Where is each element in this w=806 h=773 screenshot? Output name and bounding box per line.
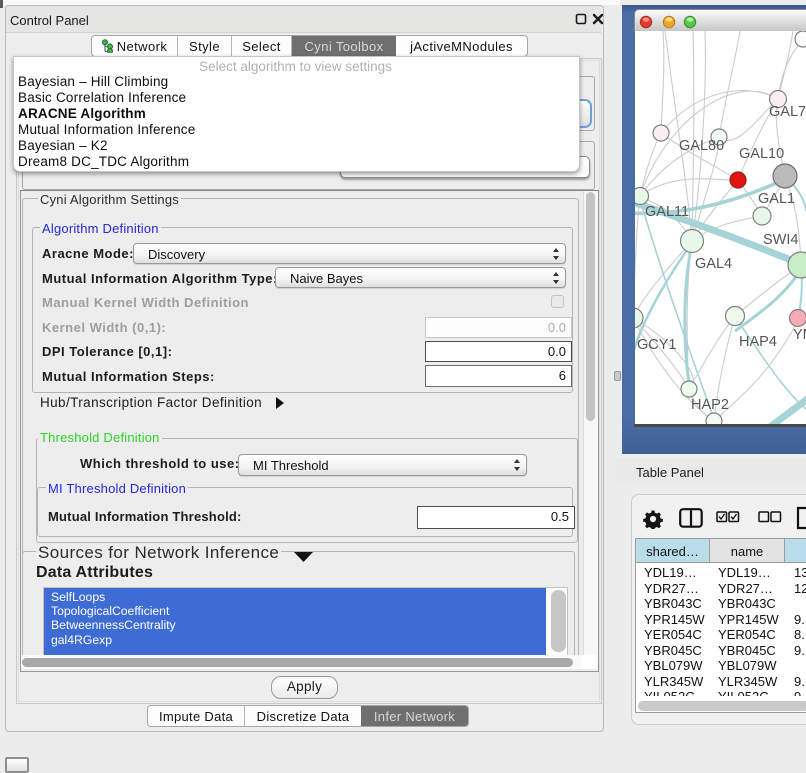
svg-text:HAP4: HAP4: [739, 334, 777, 350]
svg-text:GAL10: GAL10: [739, 146, 784, 162]
svg-text:GAL4: GAL4: [695, 256, 732, 272]
svg-text:GAL7: GAL7: [769, 104, 806, 120]
svg-text:HAP2: HAP2: [691, 397, 729, 413]
svg-text:YM: YM: [793, 327, 806, 343]
svg-text:GCY1: GCY1: [637, 337, 677, 353]
svg-text:GAL11: GAL11: [645, 204, 689, 220]
svg-text:GAL80: GAL80: [679, 138, 724, 154]
svg-text:GAL1: GAL1: [758, 191, 795, 207]
svg-text:SWI4: SWI4: [763, 232, 798, 248]
